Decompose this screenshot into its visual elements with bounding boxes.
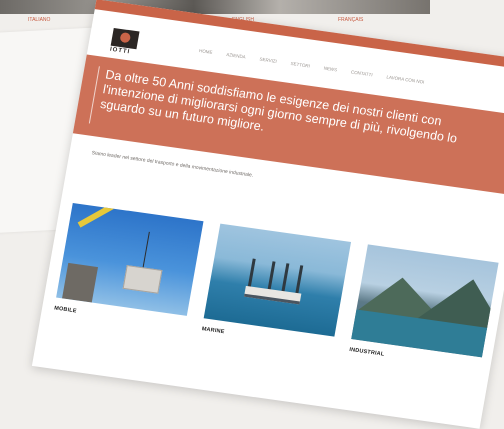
sector-cards: MOBILE MARINE INDUSTRIAL bbox=[54, 202, 499, 371]
nav-item-settori[interactable]: SETTORI bbox=[290, 61, 310, 69]
mobile-crane-image bbox=[56, 202, 204, 316]
nav-item-news[interactable]: NEWS bbox=[323, 66, 337, 73]
nav-item-lavora[interactable]: LAVORA CON NOI bbox=[386, 74, 425, 84]
background-caption: ITALIANO bbox=[28, 17, 51, 23]
background-caption: FRANÇAIS bbox=[338, 17, 364, 23]
industrial-site-image bbox=[351, 244, 499, 358]
sector-card-mobile[interactable]: MOBILE bbox=[54, 202, 204, 330]
sector-card-marine[interactable]: MARINE bbox=[201, 223, 352, 351]
sector-card-industrial[interactable]: INDUSTRIAL bbox=[349, 244, 499, 371]
nav-item-azienda[interactable]: AZIENDA bbox=[226, 52, 246, 60]
marine-crane-image bbox=[203, 223, 352, 337]
hero-banner: Da oltre 50 Anni soddisfiamo le esigenze… bbox=[72, 54, 504, 197]
site-logo[interactable]: IOTTI bbox=[109, 27, 140, 56]
nav-item-home[interactable]: HOME bbox=[199, 48, 213, 55]
nav-item-contatti[interactable]: CONTATTI bbox=[351, 69, 373, 77]
website-printout: IOTTI HOME AZIENDA SERVIZI SETTORI NEWS … bbox=[31, 0, 504, 429]
hero-headline: Da oltre 50 Anni soddisfiamo le esigenze… bbox=[99, 67, 503, 167]
nav-item-servizi[interactable]: SERVIZI bbox=[259, 57, 277, 64]
background-photo-strip bbox=[0, 0, 430, 14]
logo-icon bbox=[110, 27, 140, 50]
hero-divider bbox=[88, 66, 100, 124]
